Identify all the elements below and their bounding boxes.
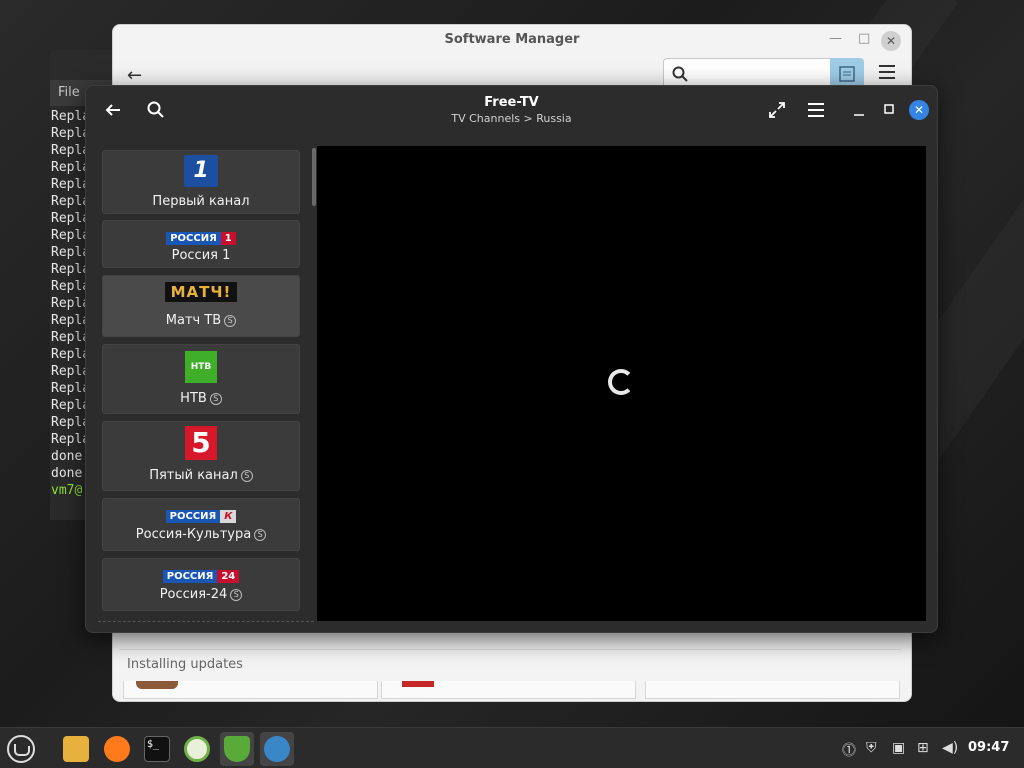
- install-status: Installing updates: [119, 649, 901, 679]
- update-manager-icon[interactable]: [220, 732, 254, 766]
- subscription-icon: S: [224, 315, 237, 327]
- logo-badge: К: [220, 510, 237, 523]
- firefox-icon[interactable]: [100, 732, 134, 766]
- software-grid-icon: [184, 736, 210, 762]
- rossiya-logo-icon: РОССИЯ: [162, 570, 218, 583]
- files-icon[interactable]: [59, 732, 93, 766]
- channel-item[interactable]: РОССИЯ 1 Россия 1: [102, 220, 300, 268]
- channel-item[interactable]: НТВ НТВ S: [102, 344, 300, 414]
- channel-list[interactable]: 1 Первый канал РОССИЯ 1 Россия 1 МАТЧ! Ма…: [98, 148, 314, 622]
- channel-item[interactable]: 5 Пятый канал S: [102, 421, 300, 491]
- app-tile[interactable]: [645, 681, 900, 699]
- hamburger-menu-icon[interactable]: [879, 65, 895, 83]
- channel-name: Россия-Культура S: [103, 527, 299, 542]
- updates-icon[interactable]: ⓵: [842, 740, 856, 760]
- subscription-icon: S: [230, 589, 243, 601]
- shield-check-icon: [224, 736, 250, 762]
- channel-name: Пятый канал S: [103, 468, 299, 483]
- terminal-icon[interactable]: $_: [140, 732, 174, 766]
- channel-item[interactable]: РОССИЯ К Россия-Культура S: [102, 498, 300, 551]
- header-bar: Free-TV TV Channels > Russia ✕: [86, 86, 937, 134]
- channel-five-logo-icon: 5: [185, 426, 217, 460]
- list-icon: [839, 66, 855, 82]
- rossiya-logo-icon: РОССИЯ: [165, 510, 221, 523]
- subscription-icon: S: [209, 393, 222, 405]
- firefox-logo-icon: [104, 736, 130, 762]
- volume-icon[interactable]: ◀): [942, 740, 958, 756]
- channel-logo: 1: [103, 155, 299, 187]
- maximize-icon[interactable]: □: [858, 31, 870, 46]
- rossiya-logo-icon: РОССИЯ: [166, 232, 221, 245]
- software-manager-icon[interactable]: [180, 732, 214, 766]
- folder-icon: [63, 736, 89, 762]
- channel-name: Россия-24 S: [103, 587, 299, 602]
- terminal-logo-icon: $_: [144, 736, 170, 762]
- mint-logo-icon: [7, 735, 35, 763]
- channel-logo: РОССИЯ 24: [103, 564, 299, 583]
- channel-logo: 5: [103, 426, 299, 460]
- channel-logo: МАТЧ!: [103, 282, 299, 302]
- logo-badge: 1: [220, 232, 236, 245]
- ntv-logo-icon: НТВ: [185, 351, 217, 383]
- hamburger-menu-icon[interactable]: [807, 102, 825, 118]
- app-tile[interactable]: [381, 681, 636, 699]
- channel-name: НТВ S: [103, 391, 299, 406]
- menu-icon[interactable]: [4, 732, 38, 766]
- subscription-icon: S: [240, 470, 253, 482]
- channel-name: Первый канал: [152, 194, 250, 209]
- video-player[interactable]: [317, 146, 926, 621]
- app-thumbnail: [402, 681, 434, 687]
- minimize-icon[interactable]: [854, 106, 864, 116]
- channel-one-logo-icon: 1: [184, 155, 218, 187]
- channel-name: Россия 1: [171, 248, 231, 263]
- software-manager-title: Software Manager: [444, 32, 580, 47]
- fullscreen-icon[interactable]: [768, 101, 786, 119]
- match-tv-logo-icon: МАТЧ!: [164, 282, 238, 302]
- freetv-icon[interactable]: [260, 732, 294, 766]
- logo-badge: 24: [217, 570, 240, 583]
- close-icon[interactable]: ✕: [881, 31, 901, 51]
- channel-item[interactable]: 1 Первый канал: [102, 150, 300, 214]
- taskbar: $_ ⓵ ⛨ ▣ ⊞ ◀) 09:47: [0, 727, 1024, 768]
- app-thumbnail: [136, 681, 178, 689]
- clock[interactable]: 09:47: [968, 740, 1009, 755]
- channel-logo: РОССИЯ К: [103, 504, 299, 523]
- close-icon[interactable]: ✕: [909, 100, 929, 120]
- channel-name: Матч ТВ S: [103, 313, 299, 328]
- network-icon[interactable]: ⊞: [917, 740, 929, 756]
- scrollbar[interactable]: [312, 148, 316, 206]
- app-tile[interactable]: [123, 681, 378, 699]
- minimize-icon[interactable]: —: [829, 31, 842, 46]
- loading-spinner-icon: [608, 369, 634, 395]
- freetv-window[interactable]: Free-TV TV Channels > Russia ✕ 1 Первый …: [85, 85, 938, 633]
- shield-icon[interactable]: ⛨: [866, 740, 877, 756]
- search-icon: [672, 66, 688, 82]
- subscription-icon: S: [254, 529, 267, 541]
- freetv-logo-icon: [264, 736, 290, 762]
- channel-item[interactable]: РОССИЯ 24 Россия-24 S: [102, 558, 300, 611]
- channel-logo: РОССИЯ 1: [103, 226, 299, 245]
- back-arrow-icon[interactable]: ←: [127, 65, 142, 86]
- maximize-icon[interactable]: [884, 104, 894, 114]
- channel-item[interactable]: МАТЧ! Матч ТВ S: [102, 275, 300, 337]
- clipboard-icon[interactable]: ▣: [892, 740, 905, 756]
- channel-logo: НТВ: [103, 351, 299, 383]
